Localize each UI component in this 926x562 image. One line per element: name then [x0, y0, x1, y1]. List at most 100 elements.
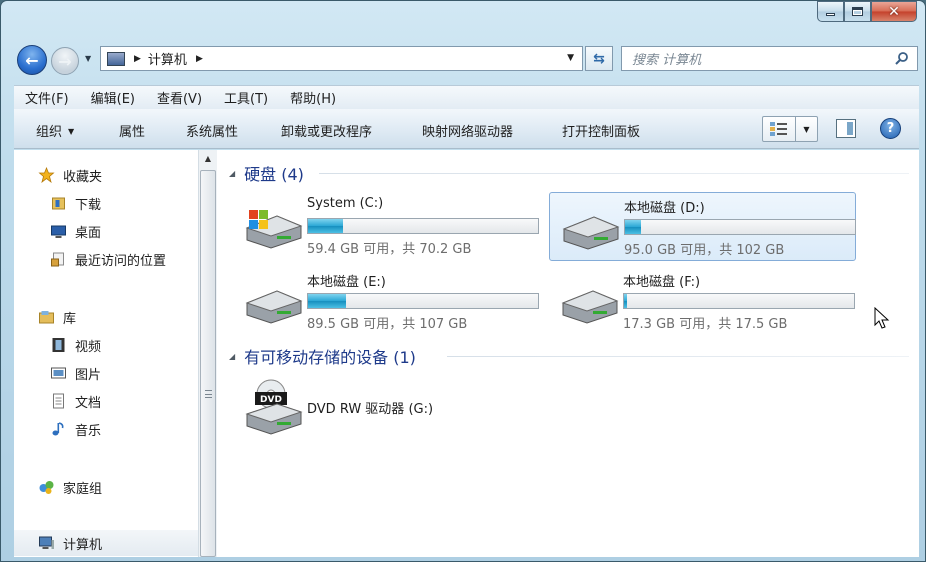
drive-e[interactable]: 本地磁盘 (E:) 89.5 GB 可用，共 107 GB: [233, 267, 540, 336]
refresh-button[interactable]: ⇆: [585, 46, 613, 71]
hard-drive-icon: [245, 290, 303, 324]
map-network-drive-button[interactable]: 映射网络驱动器: [422, 121, 513, 140]
back-button[interactable]: ←: [17, 45, 47, 75]
explorer-window: ✕ ← → ▼ ▶ 计算机 ▶ ▼ ⇆ 搜索 计算机 文件(F) 编辑(E) 查…: [0, 0, 926, 562]
forward-arrow-icon: →: [58, 51, 72, 71]
preview-pane-icon: [847, 122, 853, 135]
nav-documents-label: 文档: [75, 395, 102, 411]
nav-favorites[interactable]: 收藏夹: [14, 162, 198, 188]
group-header-removable[interactable]: ◢ 有可移动存储的设备 (1): [229, 345, 416, 367]
uninstall-button[interactable]: 卸载或更改程序: [281, 121, 372, 140]
nav-libraries[interactable]: 库: [14, 304, 198, 330]
nav-desktop-label: 桌面: [75, 225, 102, 241]
nav-videos-label: 视频: [75, 339, 102, 355]
nav-computer[interactable]: 计算机: [14, 530, 198, 556]
preview-pane-button[interactable]: [836, 119, 856, 138]
nav-pictures-label: 图片: [75, 367, 102, 383]
minimize-icon: [826, 13, 835, 16]
search-input[interactable]: 搜索 计算机: [632, 49, 701, 68]
menu-tools[interactable]: 工具(T): [213, 88, 279, 107]
nav-homegroup[interactable]: 家庭组: [14, 474, 198, 500]
help-button[interactable]: ?: [880, 118, 901, 139]
view-dropdown-icon[interactable]: ▼: [796, 117, 817, 141]
help-icon: ?: [886, 121, 895, 136]
drive-c-usage-fill: [308, 219, 344, 233]
menu-view[interactable]: 查看(V): [146, 88, 213, 107]
refresh-icon: ⇆: [593, 50, 605, 67]
drive-f-usage-fill: [624, 294, 627, 308]
collapse-triangle-icon[interactable]: ◢: [229, 169, 235, 178]
organize-dropdown-icon: ▼: [68, 127, 75, 136]
computer-icon: [39, 536, 54, 549]
nav-pictures[interactable]: 图片: [14, 360, 198, 386]
drive-d-usage-bar: [624, 219, 856, 235]
drive-g-name: DVD RW 驱动器 (G:): [307, 402, 434, 417]
library-icon: [39, 311, 54, 324]
maximize-button[interactable]: [844, 1, 871, 22]
pictures-icon: [51, 367, 66, 379]
drive-f-usage-bar: [623, 293, 855, 309]
breadcrumb-chevron-icon[interactable]: ▶: [196, 54, 203, 64]
group-header-hard-disks[interactable]: ◢ 硬盘 (4): [229, 162, 304, 184]
menu-edit[interactable]: 编辑(E): [80, 88, 146, 107]
search-box[interactable]: 搜索 计算机: [621, 46, 918, 71]
group-divider: [447, 356, 909, 357]
drive-e-usage-fill: [308, 294, 346, 308]
drive-c-usage-bar: [307, 218, 539, 234]
nav-videos[interactable]: 视频: [14, 332, 198, 358]
open-control-panel-button[interactable]: 打开控制面板: [562, 121, 640, 140]
breadcrumb-chevron-icon[interactable]: ▶: [134, 54, 141, 64]
scroll-thumb[interactable]: [200, 170, 216, 557]
breadcrumb-computer[interactable]: 计算机: [148, 49, 187, 68]
nav-documents[interactable]: 文档: [14, 388, 198, 414]
drive-e-name: 本地磁盘 (E:): [307, 275, 386, 290]
drive-e-free-space: 89.5 GB 可用，共 107 GB: [307, 317, 468, 332]
menu-help[interactable]: 帮助(H): [279, 88, 347, 107]
computer-icon: [107, 51, 125, 66]
document-icon: [53, 393, 64, 409]
drive-f[interactable]: 本地磁盘 (F:) 17.3 GB 可用，共 17.5 GB: [549, 267, 856, 336]
drive-c-free-space: 59.4 GB 可用，共 70.2 GB: [307, 242, 472, 257]
forward-button[interactable]: →: [51, 47, 79, 75]
scroll-grip-icon: [205, 390, 212, 398]
recent-pages-dropdown[interactable]: ▼: [85, 54, 91, 63]
removable-storage-title: 有可移动存储的设备 (1): [244, 348, 416, 367]
star-icon: [38, 167, 55, 183]
dvd-drive-icon: DVD: [245, 379, 303, 435]
scroll-up-icon[interactable]: ▲: [199, 150, 217, 168]
collapse-triangle-icon[interactable]: ◢: [229, 352, 235, 361]
command-bar: 组织 ▼ 属性 系统属性 卸载或更改程序 映射网络驱动器 打开控制面板 ▼ ?: [14, 109, 919, 149]
caption-buttons: ✕: [817, 1, 917, 23]
nav-pane-scrollbar[interactable]: ▲: [198, 150, 217, 557]
nav-recent-label: 最近访问的位置: [75, 253, 167, 269]
drive-g-dvd[interactable]: DVD DVD RW 驱动器 (G:): [233, 372, 540, 441]
nav-downloads[interactable]: 下载: [14, 190, 198, 216]
close-icon: ✕: [888, 3, 900, 20]
properties-button[interactable]: 属性: [119, 121, 145, 140]
mouse-cursor-icon: [874, 307, 890, 329]
address-dropdown-icon[interactable]: ▼: [567, 53, 574, 63]
change-view-button[interactable]: ▼: [762, 116, 818, 142]
nav-music[interactable]: 音乐: [14, 416, 198, 442]
maximize-icon: [852, 7, 863, 16]
drive-c-name: System (C:): [307, 196, 384, 211]
nav-desktop[interactable]: 桌面: [14, 218, 198, 244]
hard-disks-title: 硬盘 (4): [244, 165, 304, 184]
drive-d[interactable]: 本地磁盘 (D:) 95.0 GB 可用，共 102 GB: [549, 192, 856, 261]
address-bar[interactable]: ▶ 计算机 ▶ ▼: [100, 46, 583, 71]
drive-c[interactable]: System (C:) 59.4 GB 可用，共 70.2 GB: [233, 192, 540, 261]
search-icon[interactable]: [895, 51, 909, 65]
system-properties-button[interactable]: 系统属性: [186, 121, 238, 140]
downloads-folder-icon: [52, 197, 65, 210]
homegroup-icon: [39, 481, 54, 494]
drive-e-usage-bar: [307, 293, 539, 309]
minimize-button[interactable]: [817, 1, 844, 22]
menu-file[interactable]: 文件(F): [14, 88, 80, 107]
nav-recent-places[interactable]: 最近访问的位置: [14, 246, 198, 272]
close-button[interactable]: ✕: [871, 1, 917, 22]
group-divider: [319, 173, 909, 174]
drive-d-free-space: 95.0 GB 可用，共 102 GB: [624, 243, 785, 258]
recent-places-icon: [51, 252, 64, 267]
organize-button[interactable]: 组织 ▼: [36, 121, 74, 140]
back-arrow-icon: ←: [25, 50, 39, 70]
